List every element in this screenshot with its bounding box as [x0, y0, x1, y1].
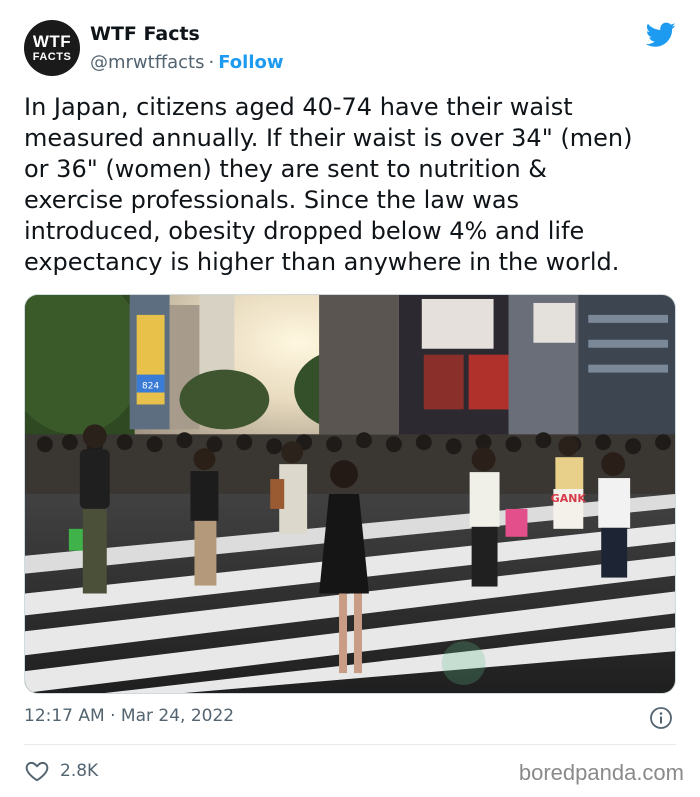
tweet-timestamp[interactable]: 12:17 AM · Mar 24, 2022 [24, 706, 234, 726]
avatar-text-top: WTF [32, 32, 72, 51]
divider [24, 744, 676, 745]
display-name[interactable]: WTF Facts [90, 23, 200, 45]
heart-icon [25, 761, 49, 782]
tweet-card: WTF FACTS WTF Facts @mrwtffacts · Follow I… [0, 0, 700, 797]
handle-row: @mrwtffacts · Follow [90, 52, 284, 73]
follow-button[interactable]: Follow [218, 52, 283, 73]
shibuya-crossing-photo: 824 GANK [25, 295, 675, 693]
timestamp-separator: · [110, 706, 116, 726]
info-icon[interactable] [649, 706, 673, 730]
watermark: boredpanda.com [518, 760, 684, 785]
avatar[interactable]: WTF FACTS [24, 20, 80, 76]
twitter-bird-icon[interactable] [646, 22, 676, 48]
billboard-number: 824 [142, 382, 159, 392]
like-button[interactable]: 2.8K [24, 758, 98, 784]
tweet-date: Mar 24, 2022 [120, 706, 235, 726]
bag-text: GANK [551, 492, 587, 505]
user-handle[interactable]: @mrwtffacts [90, 52, 204, 73]
tweet-time: 12:17 AM [24, 706, 105, 726]
like-count: 2.8K [60, 761, 99, 781]
tweet-photo[interactable]: 824 GANK [24, 294, 676, 694]
tweet-header: WTF FACTS WTF Facts @mrwtffacts · Follow [24, 20, 676, 80]
handle-separator: · [208, 52, 215, 73]
avatar-text-bottom: FACTS [32, 51, 72, 63]
tweet-text: In Japan, citizens aged 40-74 have their… [24, 93, 633, 276]
